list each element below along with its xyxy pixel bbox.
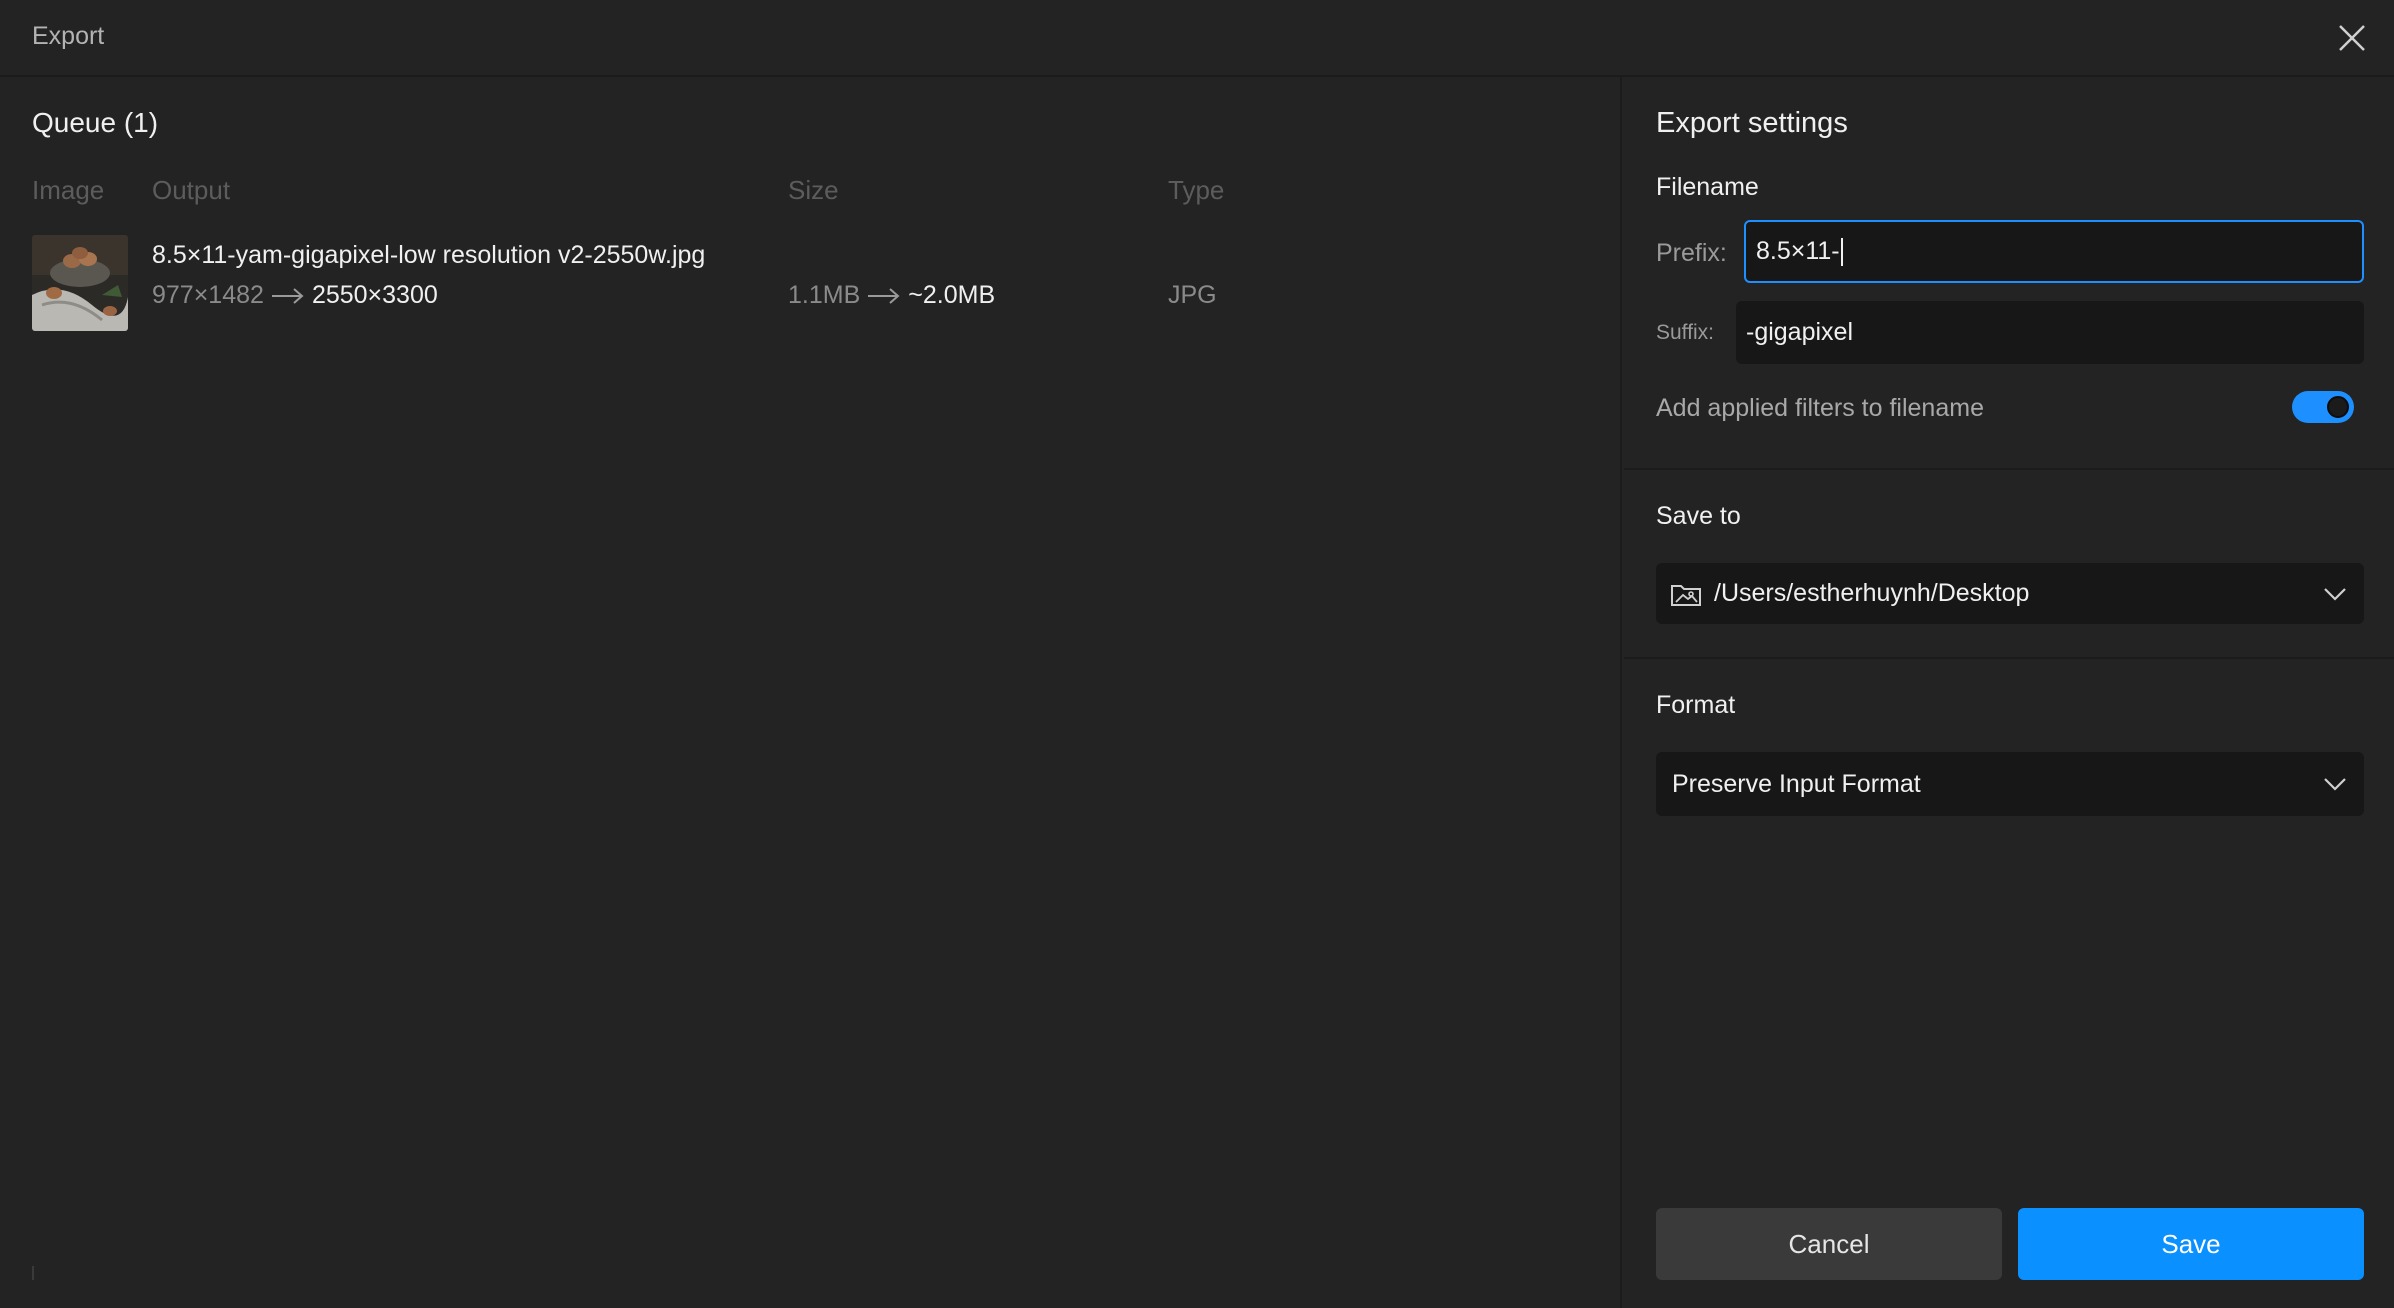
chevron-down-icon bbox=[2324, 778, 2346, 791]
column-header-size: Size bbox=[788, 175, 839, 205]
toggle-knob bbox=[2327, 396, 2349, 418]
queue-row[interactable]: 8.5×11-yam-gigapixel-low resolution v2-2… bbox=[0, 235, 1622, 335]
close-button[interactable] bbox=[2330, 16, 2374, 60]
window-title: Export bbox=[32, 22, 105, 50]
save-path: /Users/estherhuynh/Desktop bbox=[1714, 579, 2030, 607]
folder-image-icon bbox=[1671, 584, 1701, 606]
queue-panel: Queue (1) Image Output Size Type 8.5×11-… bbox=[0, 77, 1622, 1308]
save-to-heading: Save to bbox=[1656, 502, 1741, 530]
file-type: JPG bbox=[1168, 281, 1217, 309]
format-value: Preserve Input Format bbox=[1672, 769, 1921, 798]
result-dimensions: 2550×3300 bbox=[311, 281, 438, 309]
output-size: ~2.0MB bbox=[908, 281, 996, 309]
prefix-value: 8.5×11- bbox=[1756, 237, 1840, 265]
column-header-type: Type bbox=[1168, 175, 1225, 205]
input-dimensions: 977×1482 bbox=[152, 281, 264, 309]
prefix-label: Prefix: bbox=[1656, 239, 1727, 267]
settings-title: Export settings bbox=[1656, 107, 1848, 139]
arrow-right-icon bbox=[868, 287, 900, 304]
format-heading: Format bbox=[1656, 691, 1736, 719]
filename-heading: Filename bbox=[1656, 173, 1759, 201]
section-divider bbox=[1624, 657, 2394, 659]
save-button[interactable]: Save bbox=[2018, 1208, 2364, 1280]
save-to-select[interactable]: /Users/estherhuynh/Desktop bbox=[1656, 563, 2364, 624]
export-settings-panel: Export settings Filename Prefix: 8.5×11-… bbox=[1624, 77, 2394, 1308]
cancel-button[interactable]: Cancel bbox=[1656, 1208, 2002, 1280]
output-filename: 8.5×11-yam-gigapixel-low resolution v2-2… bbox=[152, 241, 706, 269]
status-indicator bbox=[32, 1266, 34, 1280]
title-bar: Export bbox=[0, 0, 2394, 77]
chevron-down-icon bbox=[2324, 587, 2346, 601]
suffix-input[interactable]: -gigapixel bbox=[1736, 301, 2364, 364]
input-size: 1.1MB bbox=[788, 281, 861, 309]
suffix-label: Suffix: bbox=[1656, 321, 1714, 344]
column-header-image: Image bbox=[32, 175, 105, 205]
suffix-value: -gigapixel bbox=[1746, 318, 1854, 346]
queue-title: Queue (1) bbox=[32, 107, 159, 138]
output-dimensions: 977×1482 2550×3300 bbox=[152, 281, 438, 310]
text-caret bbox=[1840, 237, 1843, 266]
format-select[interactable]: Preserve Input Format bbox=[1656, 752, 2364, 816]
export-window: Export Queue (1) Image Output Size Type bbox=[0, 0, 2394, 1308]
filters-toggle[interactable] bbox=[2292, 391, 2354, 423]
image-thumbnail bbox=[32, 235, 128, 331]
close-icon bbox=[2339, 25, 2365, 51]
column-header-output: Output bbox=[152, 175, 231, 205]
filters-toggle-label: Add applied filters to filename bbox=[1656, 394, 1984, 422]
arrow-right-icon bbox=[271, 287, 304, 304]
section-divider bbox=[1624, 468, 2394, 470]
file-size: 1.1MB ~2.0MB bbox=[788, 281, 995, 310]
prefix-input[interactable]: 8.5×11- bbox=[1744, 220, 2364, 283]
